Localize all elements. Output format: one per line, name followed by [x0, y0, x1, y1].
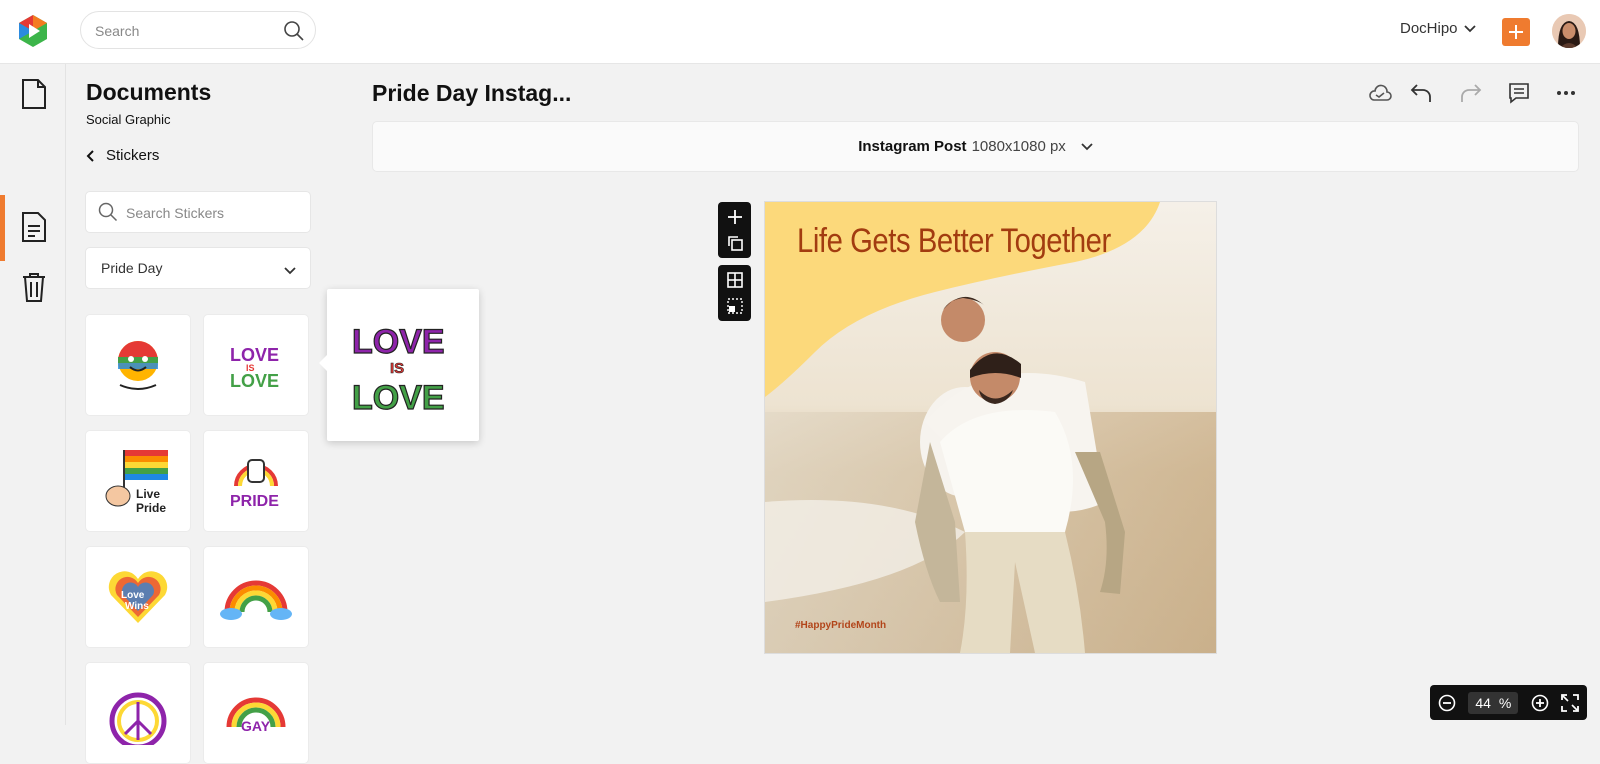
pride-day-rainbow-sticker[interactable]: [203, 546, 309, 648]
grid-view-button[interactable]: [725, 270, 745, 290]
zoom-value: 44: [1475, 694, 1491, 711]
chevron-down-icon: [1463, 20, 1476, 37]
stickers-panel: Documents Social Graphic Stickers Pride …: [66, 64, 334, 764]
panel-title: Documents: [86, 79, 212, 105]
search-icon[interactable]: [283, 20, 305, 42]
search-input[interactable]: [95, 21, 265, 41]
dochipo-logo[interactable]: [16, 14, 50, 48]
more-horizontal-icon: [1557, 91, 1575, 95]
size-name: Instagram Post: [858, 138, 967, 155]
document-icon: [22, 79, 46, 109]
selection-icon: [726, 298, 743, 314]
redo-icon: [1461, 84, 1482, 102]
gay-power-sticker[interactable]: GAY: [203, 662, 309, 764]
search-icon: [98, 202, 118, 222]
zoom-in-button[interactable]: [1531, 694, 1549, 712]
category-value: Pride Day: [101, 260, 163, 276]
zoom-out-button[interactable]: [1438, 694, 1456, 712]
svg-text:Love: Love: [121, 590, 145, 601]
user-avatar[interactable]: [1552, 14, 1586, 48]
grid-icon: [726, 272, 743, 288]
new-document-nav[interactable]: [18, 77, 50, 111]
fullscreen-button[interactable]: [1561, 693, 1579, 712]
svg-text:LOVE: LOVE: [230, 371, 279, 389]
svg-text:IS: IS: [390, 360, 404, 377]
minus-circle-icon: [1438, 694, 1456, 711]
account-menu[interactable]: DocHipo: [1400, 20, 1476, 37]
page-tools: [718, 202, 751, 328]
fullscreen-icon: [1561, 693, 1579, 712]
trash-icon: [23, 273, 45, 302]
brand-label: DocHipo: [1400, 20, 1458, 37]
svg-text:Live: Live: [136, 487, 160, 501]
document-title[interactable]: Pride Day Instag...: [372, 80, 571, 107]
left-icon-rail: [0, 64, 66, 725]
comments-button[interactable]: [1508, 80, 1530, 106]
peace-pride-sticker[interactable]: [85, 662, 191, 764]
global-search[interactable]: [80, 11, 316, 49]
active-indicator: [0, 195, 5, 261]
canvas-hashtag[interactable]: #HappyPrideMonth: [795, 620, 886, 631]
redo-button[interactable]: [1460, 80, 1482, 106]
category-select[interactable]: Pride Day: [85, 247, 311, 289]
documents-nav[interactable]: [18, 210, 50, 244]
more-options-button[interactable]: [1556, 80, 1576, 106]
sticker-search[interactable]: [85, 191, 311, 233]
svg-text:Pride: Pride: [136, 501, 166, 515]
svg-text:LOVE: LOVE: [352, 379, 445, 413]
back-to-stickers[interactable]: Stickers: [86, 147, 159, 164]
plus-icon: [1509, 25, 1523, 39]
undo-icon: [1410, 84, 1431, 102]
cloud-icon: [1369, 84, 1392, 101]
live-with-pride-sticker[interactable]: Live Pride: [85, 430, 191, 532]
sticker-search-input[interactable]: [126, 204, 296, 222]
love-wins-sticker[interactable]: Love Wins: [85, 546, 191, 648]
panel-subtitle: Social Graphic: [86, 112, 171, 127]
plus-icon: [727, 210, 742, 224]
plus-circle-icon: [1531, 694, 1548, 711]
documents-list-icon: [22, 212, 46, 242]
page-size-selector[interactable]: Instagram Post 1080x1080 px: [372, 121, 1579, 172]
chevron-down-icon: [284, 262, 296, 280]
love-is-love-sticker[interactable]: LOVE IS LOVE: [203, 314, 309, 416]
comment-icon: [1509, 83, 1529, 104]
size-dimensions: 1080x1080 px: [971, 138, 1066, 155]
save-to-cloud-button[interactable]: [1368, 80, 1392, 106]
svg-text:LOVE: LOVE: [352, 323, 445, 361]
svg-text:GAY: GAY: [241, 718, 271, 734]
svg-text:PRIDE: PRIDE: [230, 493, 279, 510]
chevron-down-icon: [1081, 142, 1093, 151]
sticker-preview-popover: LOVE IS LOVE: [319, 289, 479, 441]
svg-text:Wins: Wins: [125, 601, 149, 612]
trash-nav[interactable]: [18, 270, 50, 304]
top-bar: DocHipo: [0, 0, 1600, 64]
create-new-button[interactable]: [1502, 18, 1530, 46]
back-label: Stickers: [106, 147, 160, 164]
chevron-left-icon: [86, 149, 94, 162]
design-canvas[interactable]: Life Gets Better Together #HappyPrideMon…: [765, 202, 1216, 653]
duplicate-page-button[interactable]: [725, 233, 745, 253]
happy-pride-day-sticker[interactable]: [85, 314, 191, 416]
pride-fist-sticker[interactable]: PRIDE: [203, 430, 309, 532]
zoom-unit: %: [1498, 694, 1512, 711]
zoom-control: 44 %: [1430, 685, 1587, 720]
select-area-button[interactable]: [725, 296, 745, 316]
canvas-headline[interactable]: Life Gets Better Together: [797, 222, 1111, 261]
svg-text:LOVE: LOVE: [230, 345, 279, 365]
pride-couple-photo[interactable]: [765, 202, 1216, 653]
undo-button[interactable]: [1410, 80, 1432, 106]
zoom-value-box[interactable]: 44 %: [1468, 691, 1519, 714]
copy-icon: [727, 236, 743, 251]
add-page-button[interactable]: [725, 207, 745, 227]
